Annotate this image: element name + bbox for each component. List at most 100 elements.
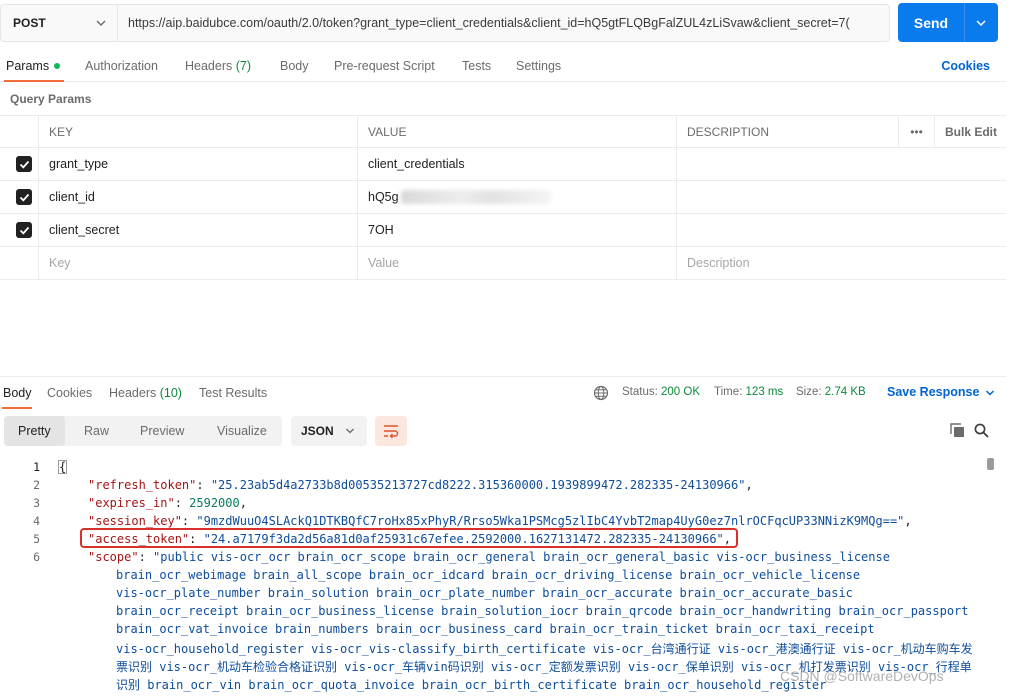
access-token-highlight [80, 528, 738, 548]
json-string-value: "public vis-ocr_ocr brain_ocr_scope brai… [153, 550, 890, 564]
param-value[interactable]: hQ5g [357, 181, 676, 213]
search-icon[interactable] [974, 423, 989, 438]
tab-body[interactable]: Body [280, 59, 309, 73]
bulk-edit-button[interactable]: Bulk Edit [934, 116, 1006, 147]
time-value: 123 ms [745, 386, 784, 398]
param-key[interactable]: client_id [38, 181, 357, 213]
row-checkbox-cell [0, 214, 38, 246]
url-input[interactable]: https://aip.baidubce.com/oauth/2.0/token… [117, 4, 890, 42]
tab-label: Settings [516, 59, 562, 73]
wrap-lines-button[interactable] [375, 416, 407, 446]
tab-label: Params [6, 59, 50, 73]
size-label: Size: [796, 386, 822, 398]
status-readout: Status: 200 OK [622, 386, 700, 398]
code-line-wrap: brain_ocr_webimage brain_all_scope brain… [116, 568, 861, 582]
param-description[interactable] [676, 148, 1006, 180]
json-key: "refresh_token" [88, 478, 197, 492]
response-tabs: Body Cookies Headers (10) Test Results S… [0, 376, 1006, 409]
tab-count: (7) [235, 59, 252, 73]
line-number: 1 [33, 460, 40, 474]
param-key[interactable]: client_secret [38, 214, 357, 246]
cookies-link[interactable]: Cookies [941, 59, 990, 73]
active-tab-indicator [2, 407, 32, 409]
chevron-down-icon [986, 390, 995, 396]
checkbox-checked[interactable] [16, 189, 32, 205]
param-key[interactable]: grant_type [38, 148, 357, 180]
tab-label: Headers [185, 59, 233, 73]
param-value[interactable]: client_credentials [357, 148, 676, 180]
more-options-button[interactable]: ••• [898, 116, 934, 147]
query-params-title: Query Params [10, 92, 92, 106]
table-header-row: KEY VALUE DESCRIPTION ••• Bulk Edit [0, 115, 1006, 148]
view-mode-switcher: Pretty Raw Preview Visualize [4, 416, 282, 446]
tab-pre-request-script[interactable]: Pre-request Script [334, 59, 435, 73]
key-placeholder[interactable]: Key [38, 247, 357, 279]
method-label: POST [13, 16, 46, 30]
copy-icon[interactable] [950, 423, 965, 438]
chevron-down-icon[interactable] [975, 17, 987, 29]
active-tab-indicator [4, 80, 64, 82]
param-description[interactable] [676, 214, 1006, 246]
response-tab-test-results[interactable]: Test Results [199, 386, 267, 400]
send-label: Send [913, 14, 949, 31]
tab-headers[interactable]: Headers (7) [185, 59, 251, 73]
chevron-down-icon [96, 20, 106, 26]
send-button[interactable]: Send [898, 3, 998, 42]
response-tab-headers[interactable]: Headers (10) [109, 386, 182, 400]
row-checkbox-cell [0, 181, 38, 213]
tab-tests[interactable]: Tests [462, 59, 491, 73]
chevron-down-icon [346, 428, 354, 434]
code-line: "scope": "public vis-ocr_ocr brain_ocr_s… [88, 550, 890, 564]
redacted-blur [400, 190, 551, 204]
time-label: Time: [714, 386, 743, 398]
json-key: "scope" [88, 550, 139, 564]
check-icon [19, 160, 29, 169]
value-placeholder[interactable]: Value [357, 247, 676, 279]
vertical-scrollbar[interactable] [987, 458, 994, 470]
header-key: KEY [38, 116, 357, 147]
response-body-code: 1 2 3 4 5 6 { "refresh_token": "25.23ab5… [0, 458, 1006, 698]
response-tab-cookies[interactable]: Cookies [47, 386, 92, 400]
format-label: JSON [301, 424, 334, 438]
globe-icon[interactable] [593, 385, 609, 401]
row-checkbox-cell [0, 247, 38, 279]
view-visualize-button[interactable]: Visualize [217, 416, 267, 446]
request-tabs: Params Authorization Headers (7) Body Pr… [0, 52, 1006, 82]
code-line: "session_key": "9mzdWuuO4SLAckQ1DTKBQfC7… [88, 514, 912, 528]
code-line-wrap: vis-ocr_household_register vis-ocr_vis-c… [116, 642, 973, 656]
description-placeholder[interactable]: Description [676, 247, 1006, 279]
param-description[interactable] [676, 181, 1006, 213]
tab-params[interactable]: Params [6, 59, 61, 73]
tab-label: Headers [109, 386, 157, 400]
row-checkbox-cell [0, 148, 38, 180]
header-value: VALUE [357, 116, 676, 147]
view-preview-button[interactable]: Preview [140, 416, 184, 446]
tab-label: Pre-request Script [334, 59, 435, 73]
code-line: "expires_in": 2592000, [88, 496, 247, 510]
json-string-value: "9mzdWuuO4SLAckQ1DTKBQfC7roHx85xPhyR/Rrs… [196, 514, 905, 528]
code-line-wrap: brain_ocr_vat_invoice brain_numbers brai… [116, 622, 875, 636]
size-readout: Size: 2.74 KB [796, 386, 866, 398]
param-value-text: hQ5g [368, 190, 399, 204]
format-select[interactable]: JSON [291, 416, 367, 446]
view-raw-button[interactable]: Raw [84, 416, 109, 446]
method-select[interactable]: POST [0, 4, 117, 42]
tab-label: Authorization [85, 59, 158, 73]
view-pretty-button[interactable]: Pretty [4, 416, 65, 446]
table-row: client_id hQ5g [0, 181, 1006, 214]
check-icon [19, 226, 29, 235]
tab-settings[interactable]: Settings [516, 59, 561, 73]
tab-label: Tests [462, 59, 492, 73]
checkbox-checked[interactable] [16, 222, 32, 238]
tab-authorization[interactable]: Authorization [85, 59, 158, 73]
open-brace: { [58, 460, 68, 474]
param-value[interactable]: 7OH [357, 214, 676, 246]
response-toolbar: Pretty Raw Preview Visualize JSON [0, 414, 1006, 448]
time-readout: Time: 123 ms [714, 386, 783, 398]
header-description: DESCRIPTION [676, 116, 898, 147]
response-tab-body[interactable]: Body [3, 386, 32, 400]
params-active-dot [54, 63, 61, 69]
checkbox-checked[interactable] [16, 156, 32, 172]
wrap-lines-icon [384, 425, 399, 438]
save-response-button[interactable]: Save Response [887, 385, 995, 399]
